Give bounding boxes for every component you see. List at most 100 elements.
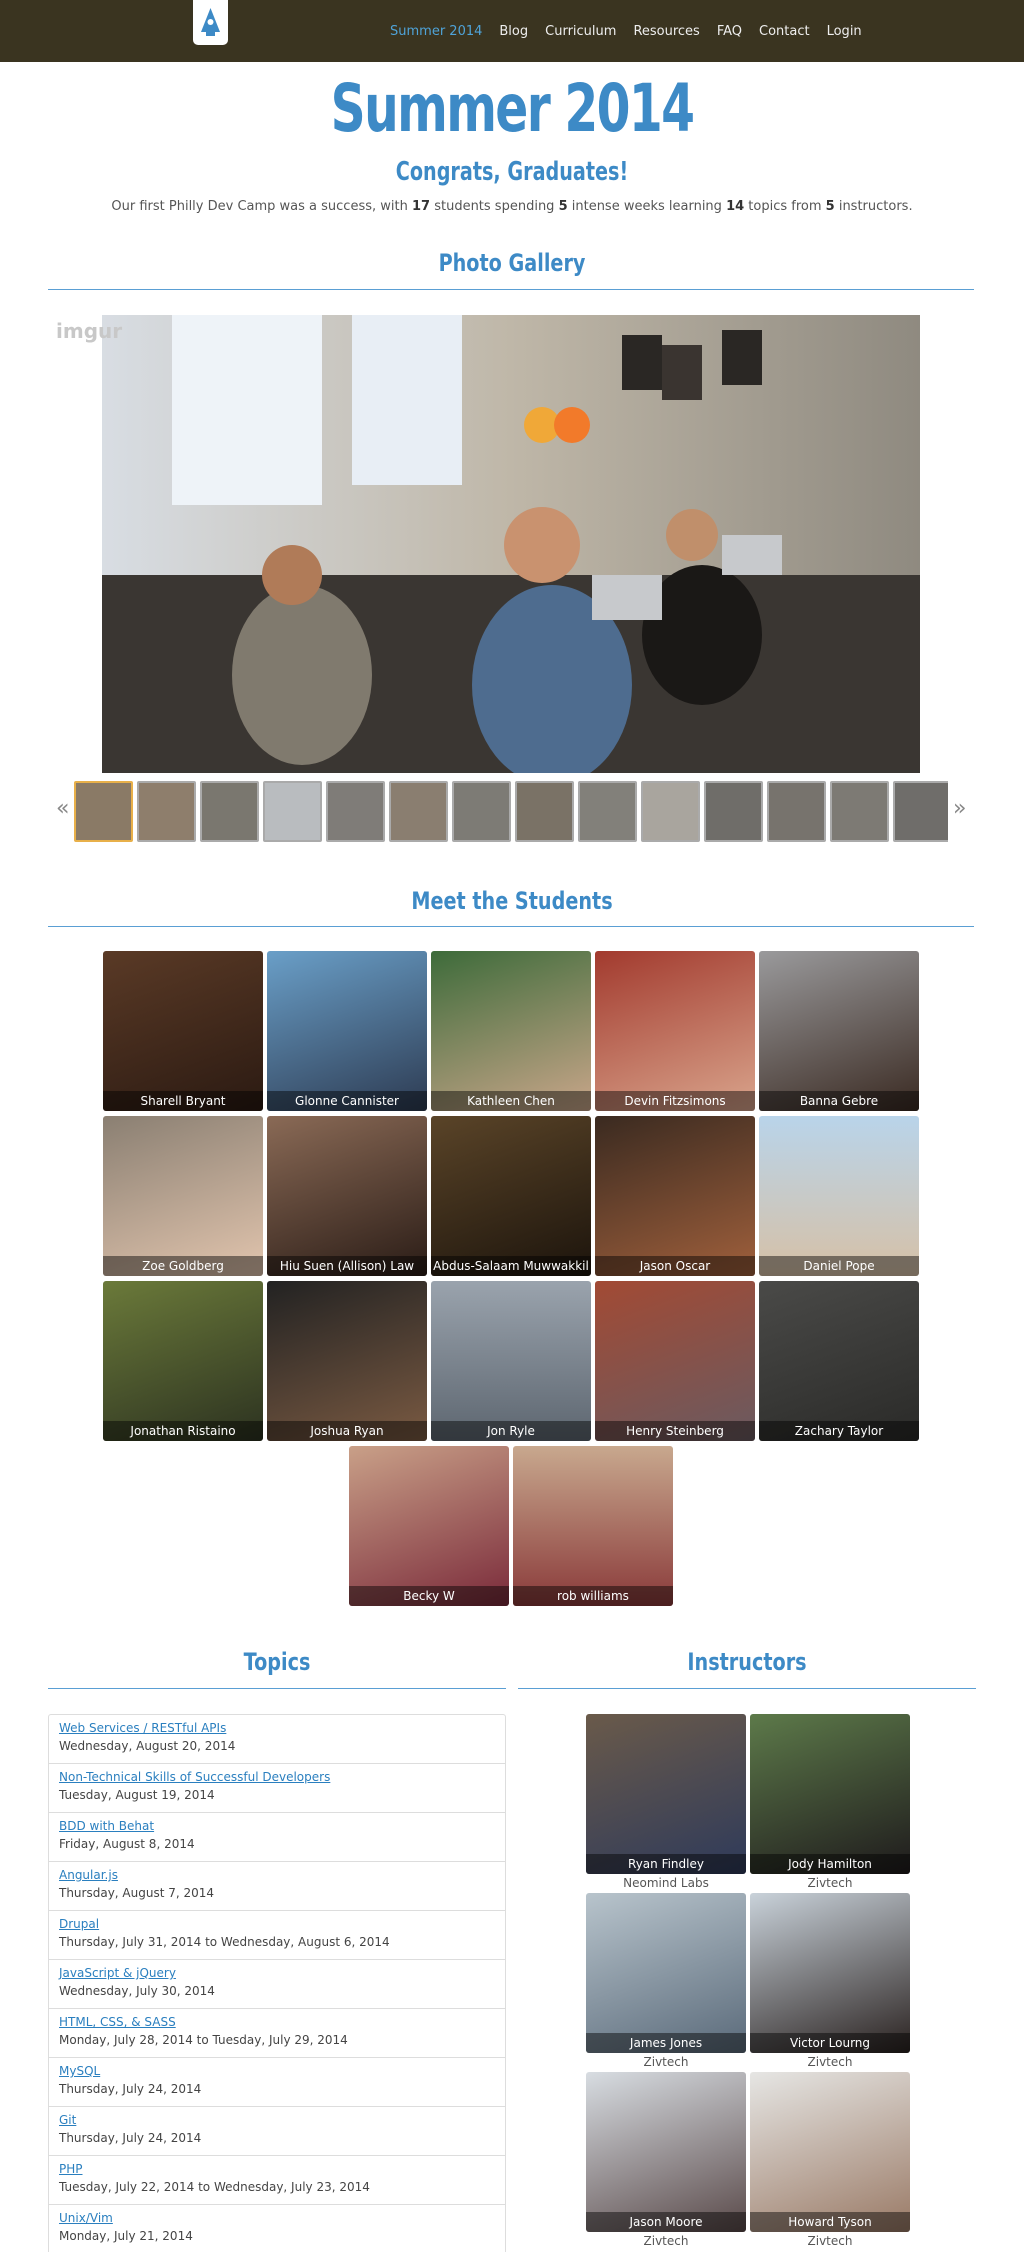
student-photo [759, 1281, 919, 1441]
topic-link[interactable]: Non-Technical Skills of Successful Devel… [59, 1770, 495, 1784]
instructor-org: Neomind Labs [623, 1876, 709, 1890]
student-card[interactable]: Sharell Bryant [103, 951, 263, 1111]
instructor-org: Zivtech [643, 2055, 689, 2069]
student-card[interactable]: Glonne Cannister [267, 951, 427, 1111]
instructor-photo [586, 2072, 746, 2232]
intro-text: Our first Philly Dev Camp was a success,… [111, 199, 913, 214]
gallery-thumbnail[interactable] [263, 781, 322, 842]
student-card[interactable]: Kathleen Chen [431, 951, 591, 1111]
nav-contact[interactable]: Contact [759, 24, 810, 39]
instructor-card[interactable]: Jason Moore [586, 2072, 746, 2232]
main-nav: Summer 2014 Blog Curriculum Resources FA… [390, 24, 879, 39]
nav-resources[interactable]: Resources [633, 24, 699, 39]
instructor-photo [750, 1893, 910, 2053]
student-photo [595, 951, 755, 1111]
instructor-photo [586, 1714, 746, 1874]
list-item: BDD with Behat Friday, August 8, 2014 [49, 1813, 505, 1862]
instructor-name: Ryan Findley [586, 1854, 746, 1874]
topic-link[interactable]: Web Services / RESTful APIs [59, 1721, 495, 1735]
gallery-thumbnail[interactable] [74, 781, 133, 842]
gallery-prev-button[interactable]: « [56, 796, 69, 821]
student-name: Zachary Taylor [759, 1421, 919, 1441]
gallery-thumbnail[interactable] [389, 781, 448, 842]
student-name: Henry Steinberg [595, 1421, 755, 1441]
instructor-card[interactable]: Jody Hamilton [750, 1714, 910, 1874]
gallery-next-button[interactable]: » [953, 796, 966, 821]
student-card[interactable]: Banna Gebre [759, 951, 919, 1111]
instructor-org: Zivtech [807, 1876, 853, 1890]
student-card[interactable]: Zachary Taylor [759, 1281, 919, 1441]
instructor-card[interactable]: Howard Tyson [750, 2072, 910, 2232]
student-card[interactable]: Zoe Goldberg [103, 1116, 263, 1276]
topic-link[interactable]: Angular.js [59, 1868, 495, 1882]
instructor-name: Howard Tyson [750, 2212, 910, 2232]
gallery-thumbnail[interactable] [515, 781, 574, 842]
instructor-org: Zivtech [807, 2055, 853, 2069]
student-name: Sharell Bryant [103, 1091, 263, 1111]
instructor-name: Victor Lourng [750, 2033, 910, 2053]
student-card[interactable]: Jonathan Ristaino [103, 1281, 263, 1441]
topic-date: Thursday, July 24, 2014 [59, 2131, 202, 2145]
student-card[interactable]: rob williams [513, 1446, 673, 1606]
topic-link[interactable]: JavaScript & jQuery [59, 1966, 495, 1980]
students-divider [48, 926, 974, 927]
nav-faq[interactable]: FAQ [717, 24, 742, 39]
topic-date: Tuesday, August 19, 2014 [59, 1788, 215, 1802]
instructors-divider [518, 1688, 976, 1689]
list-item: PHP Tuesday, July 22, 2014 to Wednesday, … [49, 2156, 505, 2205]
student-card[interactable]: Becky W [349, 1446, 509, 1606]
student-card[interactable]: Jon Ryle [431, 1281, 591, 1441]
gallery-thumbnail[interactable] [578, 781, 637, 842]
instructor-card[interactable]: James Jones [586, 1893, 746, 2053]
gallery-main-photo[interactable] [102, 315, 920, 773]
student-name: Abdus-Salaam Muwwakkil [431, 1256, 591, 1276]
student-card[interactable]: Abdus-Salaam Muwwakkil [431, 1116, 591, 1276]
gallery-thumbnail[interactable] [767, 781, 826, 842]
topic-date: Thursday, July 24, 2014 [59, 2082, 202, 2096]
student-photo [431, 1281, 591, 1441]
site-logo[interactable] [193, 0, 228, 45]
gallery-thumbnail[interactable] [326, 781, 385, 842]
nav-login[interactable]: Login [827, 24, 862, 39]
classroom-photo-icon [102, 315, 920, 773]
logo-icon [201, 8, 220, 36]
topic-link[interactable]: Unix/Vim [59, 2211, 495, 2225]
student-name: Jon Ryle [431, 1421, 591, 1441]
student-photo [595, 1116, 755, 1276]
student-name: Jonathan Ristaino [103, 1421, 263, 1441]
instructor-card[interactable]: Victor Lourng [750, 1893, 910, 2053]
student-photo [513, 1446, 673, 1606]
student-photo [759, 1116, 919, 1276]
page-title: Summer 2014 [330, 70, 695, 147]
topic-link[interactable]: BDD with Behat [59, 1819, 495, 1833]
topic-link[interactable]: PHP [59, 2162, 495, 2176]
student-card[interactable]: Henry Steinberg [595, 1281, 755, 1441]
page-subtitle: Congrats, Graduates! [395, 157, 629, 187]
student-card[interactable]: Jason Oscar [595, 1116, 755, 1276]
topic-link[interactable]: Git [59, 2113, 495, 2127]
list-item: JavaScript & jQuery Wednesday, July 30, 2… [49, 1960, 505, 2009]
gallery-thumbnail[interactable] [200, 781, 259, 842]
topic-link[interactable]: MySQL [59, 2064, 495, 2078]
topic-link[interactable]: HTML, CSS, & SASS [59, 2015, 495, 2029]
topic-date: Wednesday, August 20, 2014 [59, 1739, 236, 1753]
gallery-thumbnail[interactable] [641, 781, 700, 842]
gallery-thumbnail[interactable] [893, 781, 948, 842]
student-name: Devin Fitzsimons [595, 1091, 755, 1111]
nav-blog[interactable]: Blog [499, 24, 528, 39]
student-card[interactable]: Daniel Pope [759, 1116, 919, 1276]
student-card[interactable]: Devin Fitzsimons [595, 951, 755, 1111]
student-card[interactable]: Joshua Ryan [267, 1281, 427, 1441]
instructor-card[interactable]: Ryan Findley [586, 1714, 746, 1874]
gallery-thumbnail[interactable] [830, 781, 889, 842]
gallery-thumbnail[interactable] [452, 781, 511, 842]
nav-summer-2014[interactable]: Summer 2014 [390, 24, 482, 39]
gallery-thumbnail[interactable] [704, 781, 763, 842]
gallery-thumbnail[interactable] [137, 781, 196, 842]
student-name: Kathleen Chen [431, 1091, 591, 1111]
student-name: rob williams [513, 1586, 673, 1606]
student-photo [103, 1116, 263, 1276]
student-card[interactable]: Hiu Suen (Allison) Law [267, 1116, 427, 1276]
nav-curriculum[interactable]: Curriculum [545, 24, 616, 39]
topic-link[interactable]: Drupal [59, 1917, 495, 1931]
